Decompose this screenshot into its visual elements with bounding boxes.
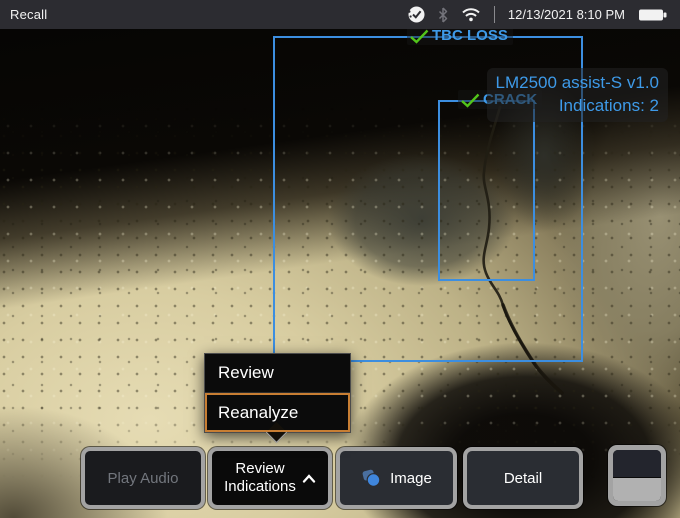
datetime-label: 12/13/2021 8:10 PM [508,7,625,22]
battery-full-icon [638,7,667,23]
bluetooth-icon [438,7,448,23]
wifi-icon [461,7,481,22]
connect-check-icon [406,5,425,24]
split-screen-icon [613,450,661,501]
status-separator [494,6,495,23]
indication-box-crack: CRACK [438,100,535,281]
review-indications-menu: Review Reanalyze [204,353,351,433]
chevron-up-icon [302,474,316,483]
indication-label-tbc-loss: TBC LOSS [407,29,513,45]
image-stack-icon [361,469,382,488]
check-icon [409,29,430,44]
image-label: Image [390,470,432,487]
status-bar: Recall [0,0,680,29]
status-icons: 12/13/2021 8:10 PM [406,5,680,24]
menu-item-review[interactable]: Review [205,354,350,393]
recall-screen: Recall [0,0,680,518]
analysis-model-name: LM2500 assist-S v1.0 [496,71,659,94]
indications-count: Indications: 2 [496,94,659,117]
review-indications-label: Review Indications [224,460,296,496]
play-audio-label: Play Audio [108,470,179,487]
play-audio-button[interactable]: Play Audio [81,447,205,509]
split-screen-thumbnail-button[interactable] [608,445,666,506]
detail-label: Detail [504,470,542,487]
review-indications-button[interactable]: Review Indications [208,447,332,509]
inspection-image: TBC LOSS CRACK LM2500 assist-S v1.0 Indi… [0,29,680,518]
indication-label-text: TBC LOSS [432,29,508,44]
check-icon [460,92,481,108]
menu-item-label: Reanalyze [218,403,298,423]
analysis-info-panel: LM2500 assist-S v1.0 Indications: 2 [487,68,668,122]
menu-item-reanalyze[interactable]: Reanalyze [205,393,350,432]
screen-title: Recall [10,7,47,22]
menu-item-label: Review [218,363,274,383]
detail-button[interactable]: Detail [463,447,583,509]
image-button[interactable]: Image [336,447,457,509]
